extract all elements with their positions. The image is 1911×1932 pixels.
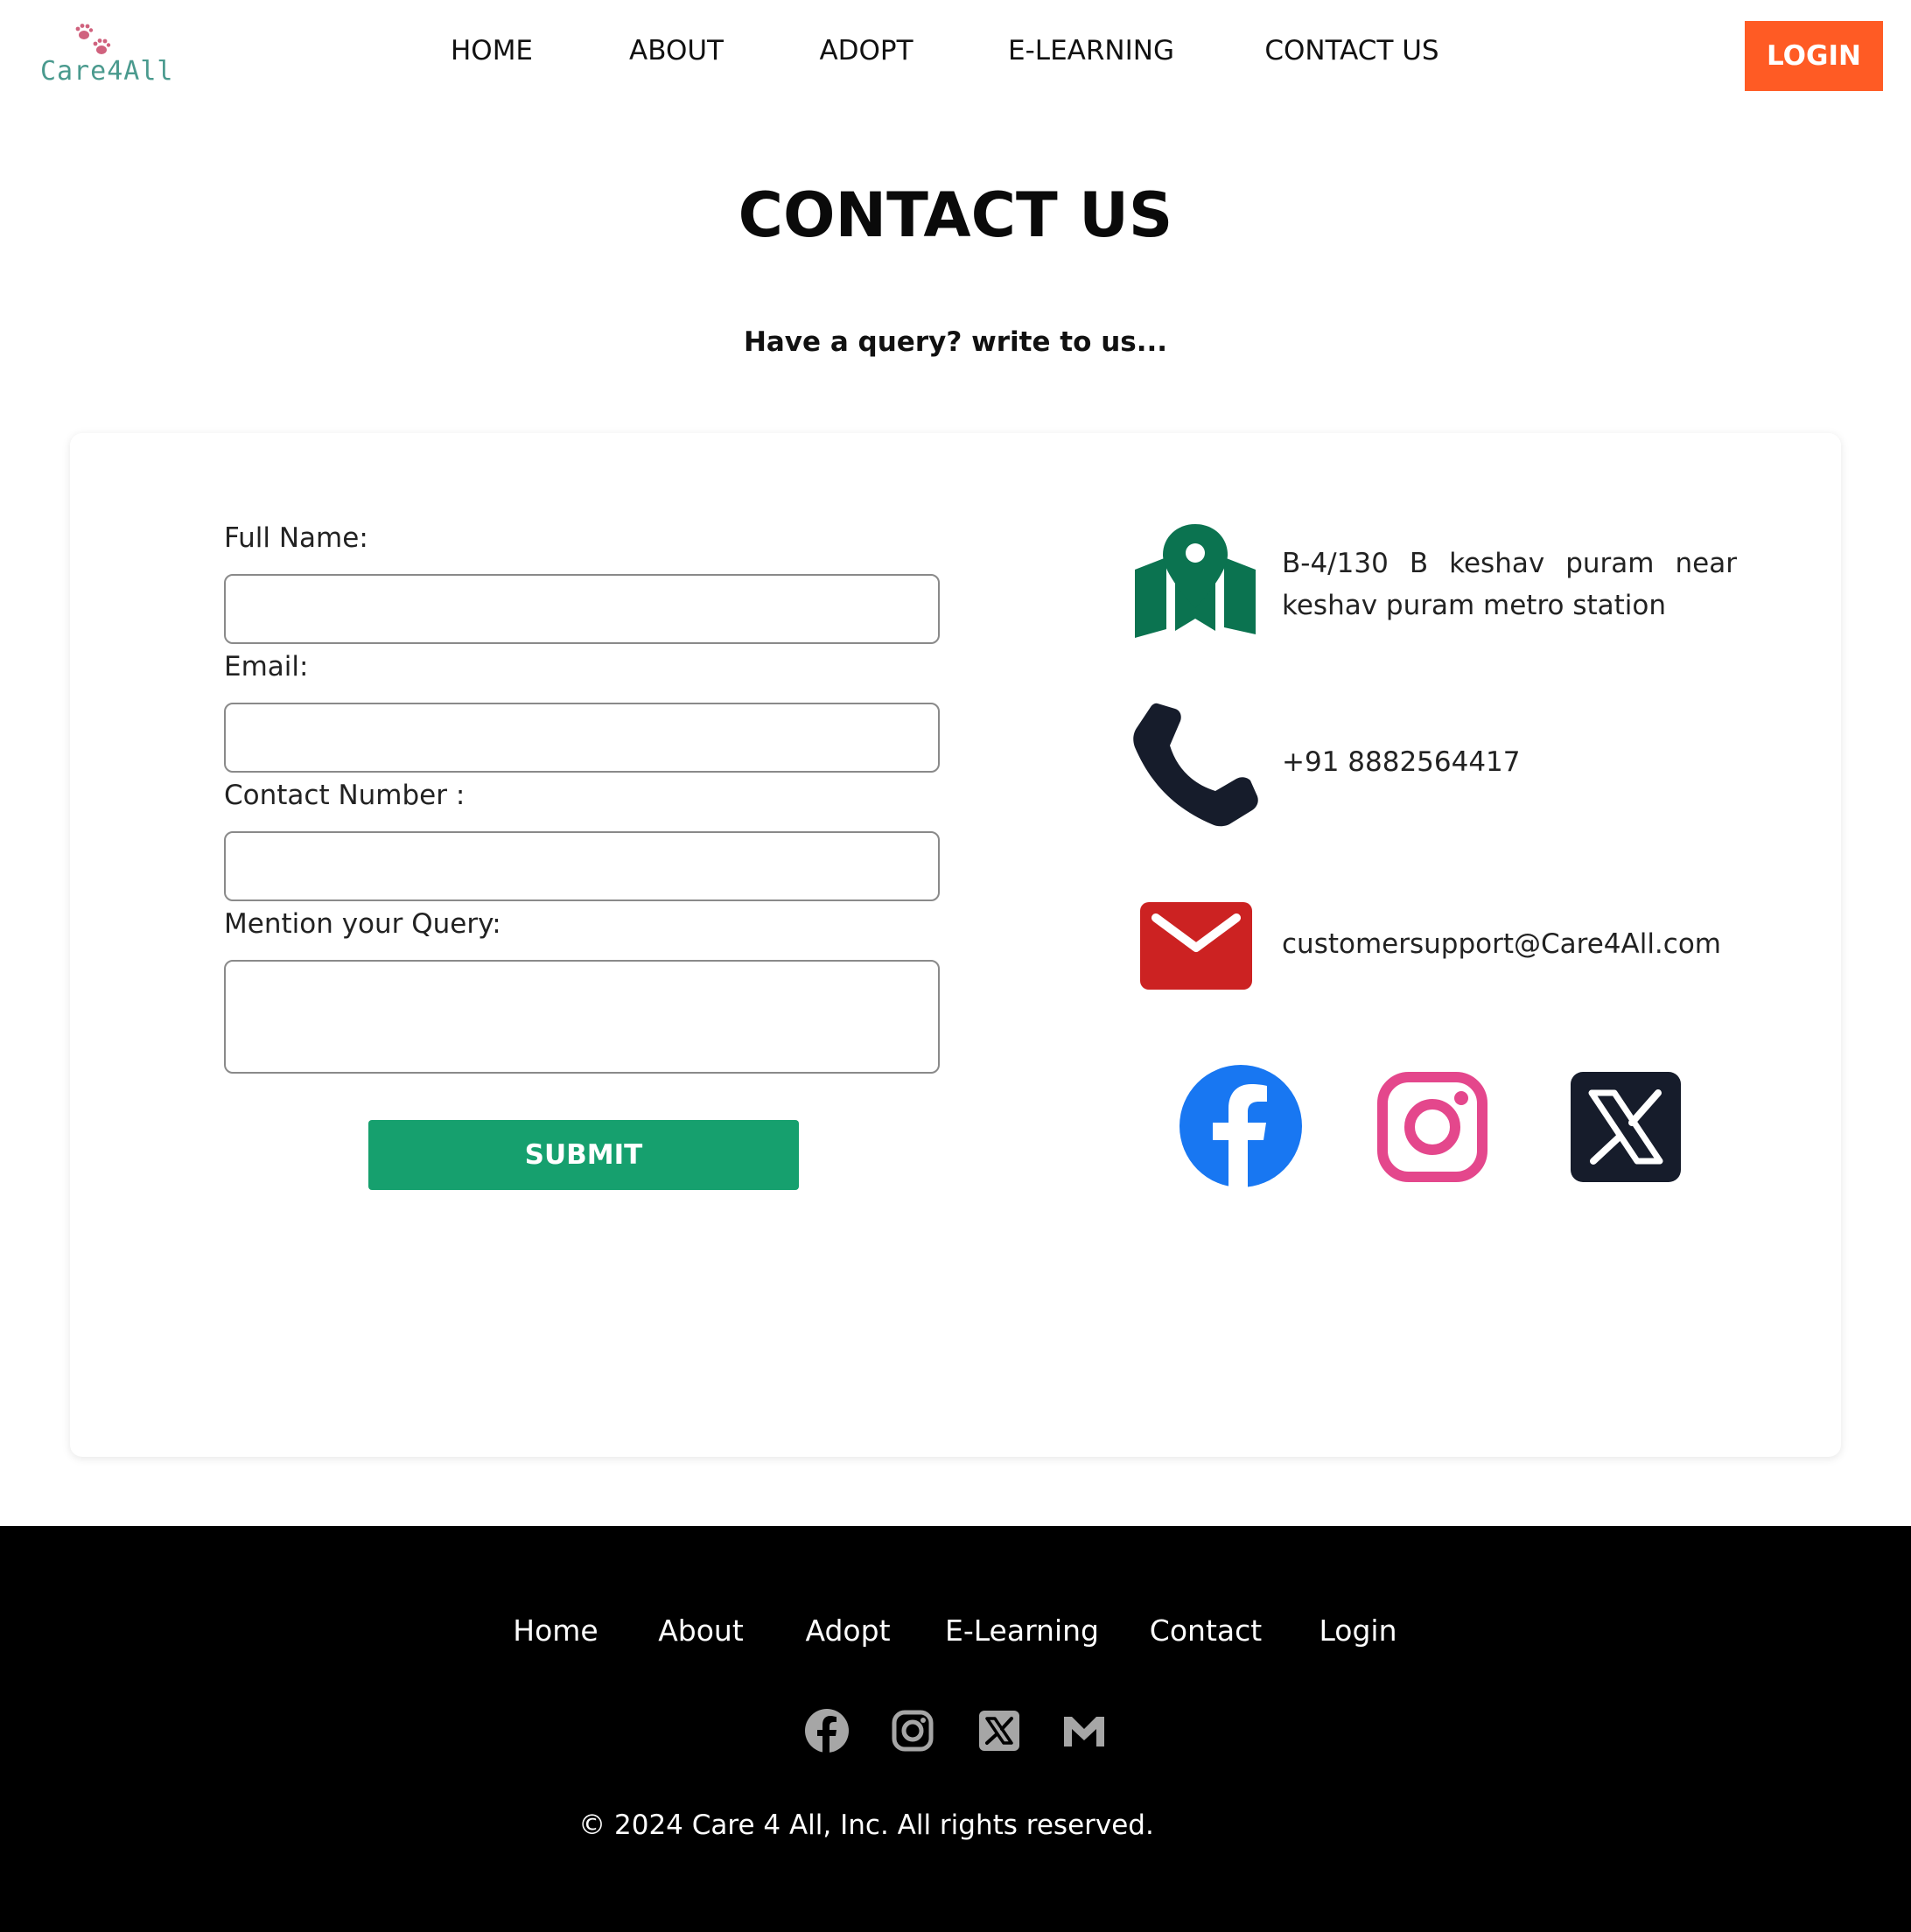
nav-contact-us[interactable]: CONTACT US bbox=[1264, 35, 1438, 66]
x-icon[interactable] bbox=[1571, 1072, 1681, 1182]
mail-icon bbox=[1140, 902, 1252, 990]
x-icon[interactable] bbox=[976, 1708, 1022, 1754]
facebook-icon[interactable] bbox=[1180, 1065, 1302, 1187]
page-subtitle: Have a query? write to us... bbox=[743, 326, 1168, 358]
email-text[interactable]: customersupport@Care4All.com bbox=[1282, 928, 1721, 960]
contact-number-input[interactable] bbox=[224, 831, 940, 901]
facebook-icon[interactable] bbox=[804, 1708, 850, 1754]
copyright-text: © 2024 Care 4 All, Inc. All rights reser… bbox=[578, 1810, 1154, 1841]
footer-link-about[interactable]: About bbox=[658, 1614, 744, 1648]
footer-link-contact[interactable]: Contact bbox=[1150, 1614, 1262, 1648]
footer-link-login[interactable]: Login bbox=[1319, 1614, 1396, 1648]
site-header: Care4All HOME ABOUT ADOPT E-LEARNING CON… bbox=[0, 0, 1911, 114]
nav-home[interactable]: HOME bbox=[451, 35, 533, 66]
site-footer: Home About Adopt E-Learning Contact Logi… bbox=[0, 1526, 1911, 1932]
address-text: B-4/130 B keshav puram near keshav puram… bbox=[1282, 548, 1737, 621]
query-textarea[interactable] bbox=[224, 960, 940, 1074]
email-label: Email: bbox=[224, 651, 309, 682]
instagram-icon[interactable] bbox=[890, 1708, 935, 1754]
nav-e-learning[interactable]: E-LEARNING bbox=[1008, 35, 1174, 66]
page-title: CONTACT US bbox=[738, 179, 1173, 251]
footer-link-e-learning[interactable]: E-Learning bbox=[945, 1614, 1099, 1648]
main-nav: HOME ABOUT ADOPT E-LEARNING CONTACT US bbox=[0, 35, 1911, 79]
footer-link-adopt[interactable]: Adopt bbox=[805, 1614, 890, 1648]
map-pin-icon bbox=[1135, 524, 1256, 638]
gmail-icon[interactable] bbox=[1061, 1708, 1107, 1754]
contact-card: Full Name: Email: Contact Number : Menti… bbox=[70, 433, 1841, 1457]
email-input[interactable] bbox=[224, 703, 940, 773]
nav-about[interactable]: ABOUT bbox=[629, 35, 724, 66]
full-name-label: Full Name: bbox=[224, 522, 368, 554]
login-button[interactable]: LOGIN bbox=[1745, 21, 1883, 91]
nav-adopt[interactable]: ADOPT bbox=[819, 35, 913, 66]
query-label: Mention your Query: bbox=[224, 908, 501, 940]
full-name-input[interactable] bbox=[224, 574, 940, 644]
phone-icon bbox=[1133, 703, 1258, 827]
instagram-icon[interactable] bbox=[1377, 1072, 1488, 1182]
submit-button[interactable]: SUBMIT bbox=[368, 1120, 799, 1190]
contact-number-label: Contact Number : bbox=[224, 780, 466, 811]
phone-text[interactable]: +91 8882564417 bbox=[1282, 746, 1521, 778]
footer-link-home[interactable]: Home bbox=[513, 1614, 598, 1648]
